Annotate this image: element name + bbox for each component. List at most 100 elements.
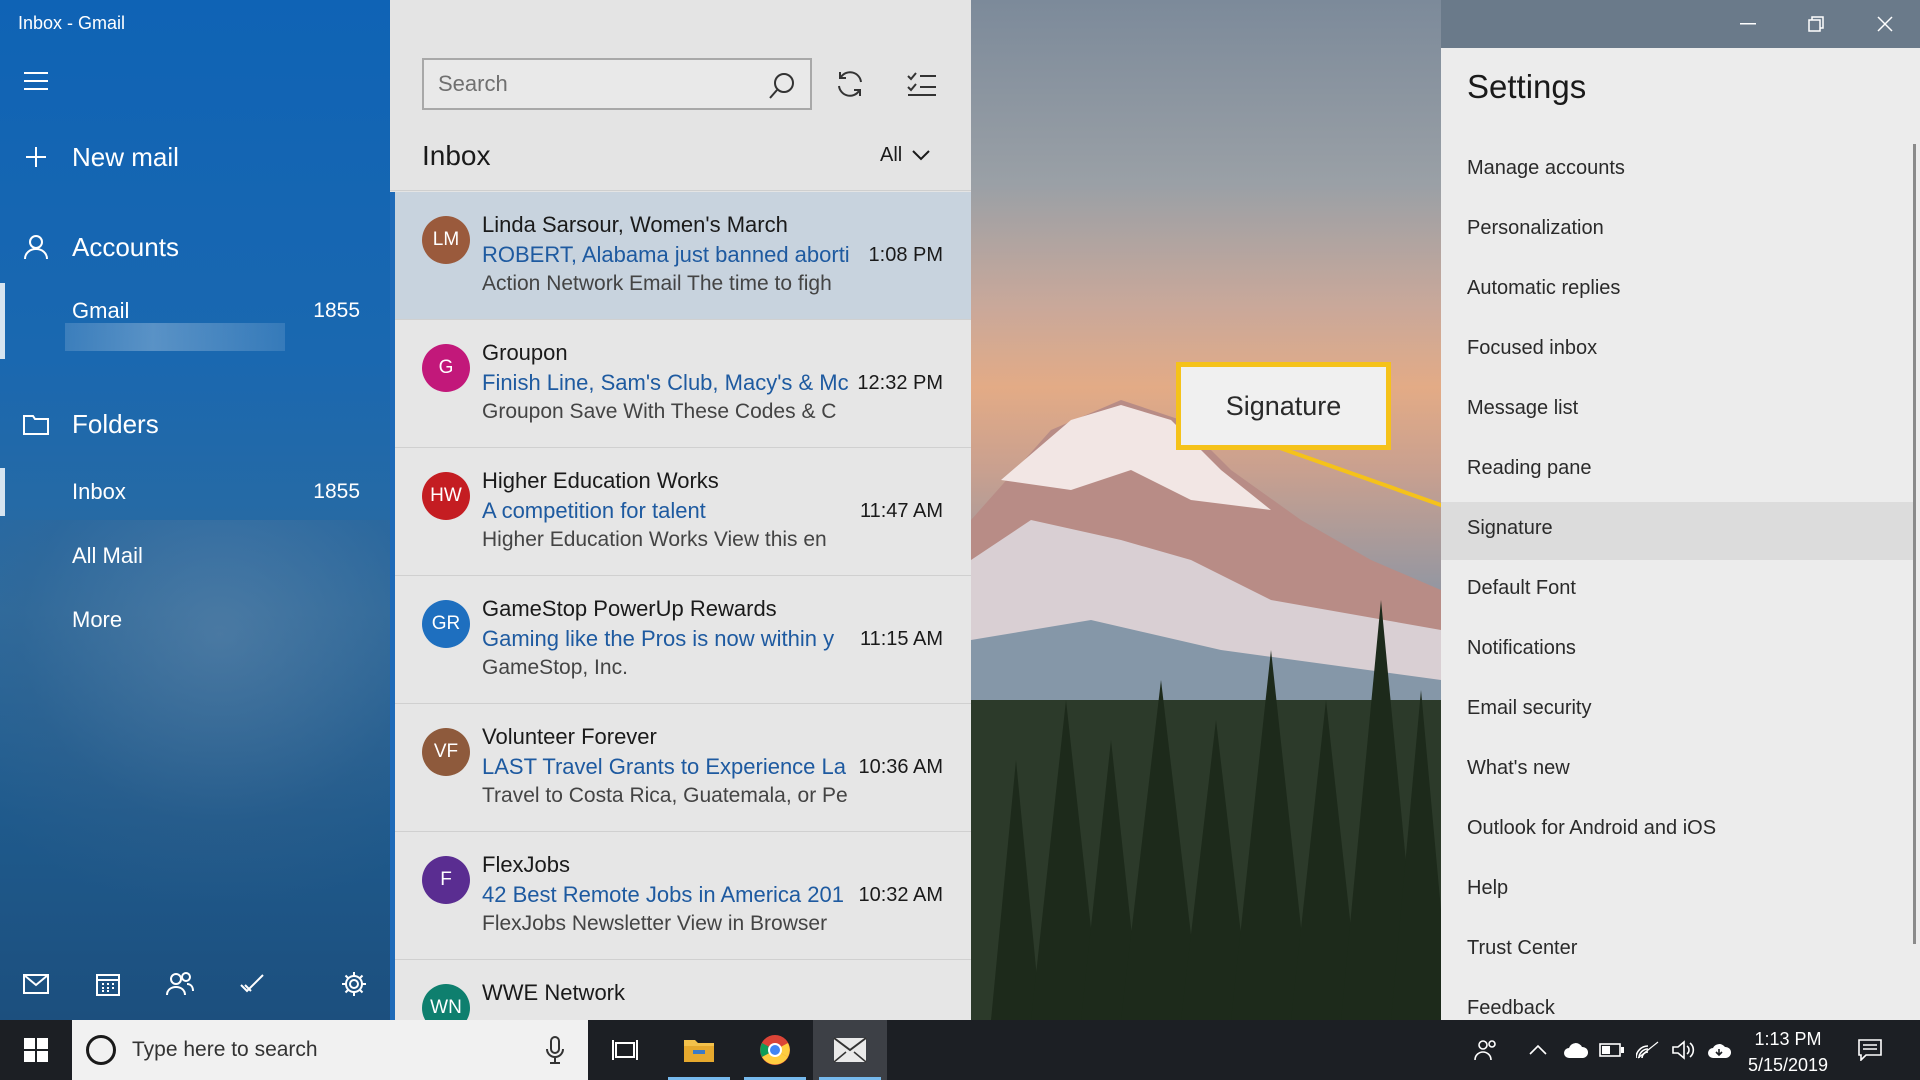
settings-item-what-s-new[interactable]: What's new (1441, 742, 1913, 800)
task-view-icon[interactable] (588, 1020, 662, 1080)
folder-all-mail[interactable]: All Mail (0, 536, 390, 576)
settings-item-message-list[interactable]: Message list (1441, 382, 1913, 440)
window-title: Inbox - Gmail (18, 13, 126, 33)
message-item[interactable]: F FlexJobs 42 Best Remote Jobs in America … (390, 832, 971, 960)
settings-item-trust-center[interactable]: Trust Center (1441, 922, 1913, 980)
message-subject: Gaming like the Pros is now within y (482, 626, 835, 651)
taskbar-search-input[interactable] (132, 1038, 532, 1062)
action-center-icon[interactable] (1850, 1020, 1890, 1080)
message-time: 10:36 AM (858, 756, 943, 778)
settings-item-label: Outlook for Android and iOS (1467, 817, 1717, 839)
settings-item-email-security[interactable]: Email security (1441, 682, 1913, 740)
minimize-icon[interactable] (1714, 0, 1782, 48)
taskbar-clock[interactable]: 1:13 PM 5/15/2019 (1728, 1026, 1848, 1078)
filter-label: All (880, 144, 903, 166)
folder-more[interactable]: More (0, 600, 390, 640)
message-item[interactable]: VF Volunteer Forever LAST Travel Grants to… (390, 704, 971, 832)
message-item[interactable]: G Groupon Finish Line, Sam's Club, Macy's … (390, 320, 971, 448)
settings-item-signature[interactable]: Signature (1441, 502, 1913, 560)
gear-icon[interactable] (318, 948, 390, 1020)
avatar: VF (422, 728, 470, 776)
settings-flyout: Settings Manage accounts Personalization A… (1441, 48, 1920, 1020)
restore-icon[interactable] (1782, 0, 1850, 48)
select-mode-icon[interactable] (902, 64, 942, 104)
settings-item-focused-inbox[interactable]: Focused inbox (1441, 322, 1913, 380)
settings-item-default-font[interactable]: Default Font (1441, 562, 1913, 620)
microphone-icon[interactable] (546, 1036, 564, 1069)
folder-label: Inbox (72, 479, 126, 504)
battery-icon[interactable] (1594, 1020, 1630, 1080)
close-icon[interactable] (1851, 0, 1919, 48)
message-item[interactable]: GR GameStop PowerUp Rewards Gaming like th… (390, 576, 971, 704)
search-box[interactable] (422, 58, 812, 110)
message-item[interactable]: HW Higher Education Works A competition fo… (390, 448, 971, 576)
app-switcher-bar (0, 948, 390, 1020)
onedrive-icon[interactable] (1558, 1020, 1594, 1080)
message-sender: Groupon (482, 340, 568, 365)
account-email-redacted (65, 323, 285, 351)
volume-icon[interactable] (1666, 1020, 1702, 1080)
folder-icon (0, 413, 72, 435)
settings-item-label: Help (1467, 877, 1509, 899)
people-icon[interactable] (1466, 1020, 1506, 1080)
message-subject: A competition for talent (482, 498, 706, 523)
folder-label: All Mail (72, 543, 143, 568)
scrollbar[interactable] (1913, 144, 1916, 944)
people-icon[interactable] (144, 948, 216, 1020)
chrome-icon[interactable] (738, 1020, 812, 1080)
settings-item-label: Reading pane (1467, 457, 1592, 479)
message-list-pane: Inbox All LM Linda Sarsour, Women's March… (390, 0, 971, 1020)
windows-logo-icon[interactable] (0, 1020, 72, 1080)
settings-item-help[interactable]: Help (1441, 862, 1913, 920)
todo-icon[interactable] (216, 948, 288, 1020)
settings-item-notifications[interactable]: Notifications (1441, 622, 1913, 680)
settings-title: Settings (1467, 68, 1587, 105)
hamburger-icon[interactable] (24, 72, 48, 92)
cortana-icon[interactable] (86, 1035, 116, 1065)
folder-inbox[interactable]: Inbox 1855 (0, 468, 390, 516)
new-mail-button[interactable]: New mail (0, 138, 390, 176)
taskbar-search[interactable] (72, 1020, 588, 1080)
mail-icon[interactable] (0, 948, 72, 1020)
message-sender: Linda Sarsour, Women's March (482, 212, 788, 237)
message-subject: 42 Best Remote Jobs in America 201 (482, 882, 844, 907)
settings-item-reading-pane[interactable]: Reading pane (1441, 442, 1913, 500)
settings-item-label: Email security (1467, 697, 1592, 719)
settings-item-label: Feedback (1467, 997, 1555, 1019)
window-controls (1441, 0, 1920, 48)
message-subject: Finish Line, Sam's Club, Macy's & Mc (482, 370, 849, 395)
sync-icon[interactable] (830, 64, 870, 104)
avatar: F (422, 856, 470, 904)
settings-item-outlook-for-android-and-ios[interactable]: Outlook for Android and iOS (1441, 802, 1913, 860)
search-input[interactable] (438, 70, 748, 98)
calendar-icon[interactable] (72, 948, 144, 1020)
message-subject: ROBERT, Alabama just banned aborti (482, 242, 850, 267)
avatar: WN (422, 984, 470, 1020)
message-item[interactable]: LM Linda Sarsour, Women's March ROBERT, Al… (390, 192, 971, 320)
message-item[interactable]: WN WWE Network (390, 960, 971, 1020)
message-time: 11:47 AM (859, 500, 943, 522)
settings-item-personalization[interactable]: Personalization (1441, 202, 1913, 260)
accounts-button[interactable]: Accounts (0, 228, 390, 266)
avatar: G (422, 344, 470, 392)
settings-item-automatic-replies[interactable]: Automatic replies (1441, 262, 1913, 320)
filter-dropdown[interactable]: All (880, 144, 930, 167)
desktop-wallpaper (971, 0, 1441, 1020)
message-subject: LAST Travel Grants to Experience La (482, 754, 846, 779)
wifi-icon[interactable] (1630, 1020, 1666, 1080)
settings-item-label: Automatic replies (1467, 277, 1621, 299)
search-icon[interactable] (768, 72, 796, 105)
plus-icon (0, 145, 72, 169)
clock-date: 5/15/2019 (1747, 1055, 1829, 1075)
mail-app-icon[interactable] (813, 1020, 887, 1080)
chevron-up-icon[interactable] (1522, 1020, 1554, 1080)
settings-item-manage-accounts[interactable]: Manage accounts (1441, 142, 1913, 200)
settings-item-label: Manage accounts (1467, 157, 1625, 179)
avatar: HW (422, 472, 470, 520)
message-preview: Higher Education Works View this en (482, 528, 827, 551)
avatar: LM (422, 216, 470, 264)
clock-time: 1:13 PM (1754, 1029, 1822, 1049)
signature-callout: Signature (1176, 362, 1391, 450)
folders-button[interactable]: Folders (0, 405, 390, 443)
file-explorer-icon[interactable] (662, 1020, 736, 1080)
